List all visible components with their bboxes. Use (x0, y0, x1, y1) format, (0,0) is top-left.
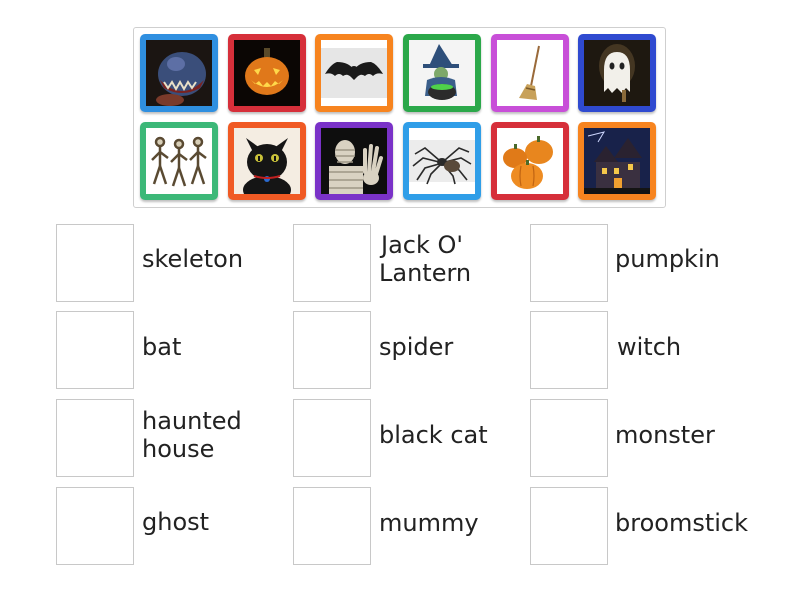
tile-spider[interactable] (403, 122, 481, 200)
tile-witch[interactable] (403, 34, 481, 112)
word-label-pumpkin: pumpkin (615, 245, 720, 273)
word-label-line1: monster (615, 421, 715, 449)
word-label-jack-o-lantern: Jack O' Lantern (379, 231, 471, 287)
word-label-line1: broomstick (615, 509, 748, 537)
drop-slot-broomstick[interactable] (530, 487, 608, 565)
tile-black-cat[interactable] (228, 122, 306, 200)
word-label-line1: witch (617, 333, 682, 361)
word-label-monster: monster (615, 421, 715, 449)
word-label-line1: Jack O' (381, 231, 463, 259)
tile-broomstick[interactable] (491, 34, 569, 112)
black-cat-image (234, 128, 300, 194)
tile-jack-o-lantern[interactable] (228, 34, 306, 112)
word-label-line1: pumpkin (615, 245, 720, 273)
word-label-bat: bat (142, 333, 181, 361)
word-label-line2: Lantern (379, 259, 472, 287)
ghost-image (584, 40, 650, 106)
word-label-line1: black cat (379, 421, 488, 449)
drop-slot-haunted-house[interactable] (56, 399, 134, 477)
word-label-broomstick: broomstick (615, 509, 748, 537)
broomstick-image (497, 40, 563, 106)
tile-bat[interactable] (315, 34, 393, 112)
word-label-haunted-house: haunted house (142, 407, 242, 463)
word-label-line1: ghost (142, 508, 210, 536)
jack-o-lantern-image (234, 40, 300, 106)
witch-image (409, 40, 475, 106)
drop-slot-skeleton[interactable] (56, 224, 134, 302)
word-label-spider: spider (379, 333, 453, 361)
drop-slot-mummy[interactable] (293, 487, 371, 565)
word-label-ghost: ghost (142, 508, 209, 536)
word-label-line1: spider (379, 333, 454, 361)
drop-slot-pumpkin[interactable] (530, 224, 608, 302)
drop-slot-black-cat[interactable] (293, 399, 371, 477)
tile-mummy[interactable] (315, 122, 393, 200)
word-label-line2: house (142, 435, 215, 463)
drop-slot-witch[interactable] (530, 311, 608, 389)
haunted-house-image (584, 128, 650, 194)
drop-slot-bat[interactable] (56, 311, 134, 389)
skeleton-image (146, 128, 212, 194)
monster-image (146, 40, 212, 106)
tile-skeleton[interactable] (140, 122, 218, 200)
spider-image (409, 128, 475, 194)
drop-slot-ghost[interactable] (56, 487, 134, 565)
drop-slot-jack-o-lantern[interactable] (293, 224, 371, 302)
tile-ghost[interactable] (578, 34, 656, 112)
word-label-line1: bat (142, 333, 182, 361)
word-label-skeleton: skeleton (142, 245, 243, 273)
tile-pumpkin[interactable] (491, 122, 569, 200)
tile-haunted-house[interactable] (578, 122, 656, 200)
word-label-line1: haunted (142, 407, 242, 435)
drop-slot-spider[interactable] (293, 311, 371, 389)
mummy-image (321, 128, 387, 194)
bat-image (321, 40, 387, 106)
word-label-mummy: mummy (379, 509, 479, 537)
word-label-witch: witch (617, 333, 681, 361)
word-label-line1: mummy (379, 509, 479, 537)
drop-slot-monster[interactable] (530, 399, 608, 477)
pumpkin-image (497, 128, 563, 194)
tile-monster[interactable] (140, 34, 218, 112)
word-label-black-cat: black cat (379, 421, 488, 449)
word-label-line1: skeleton (142, 245, 244, 273)
